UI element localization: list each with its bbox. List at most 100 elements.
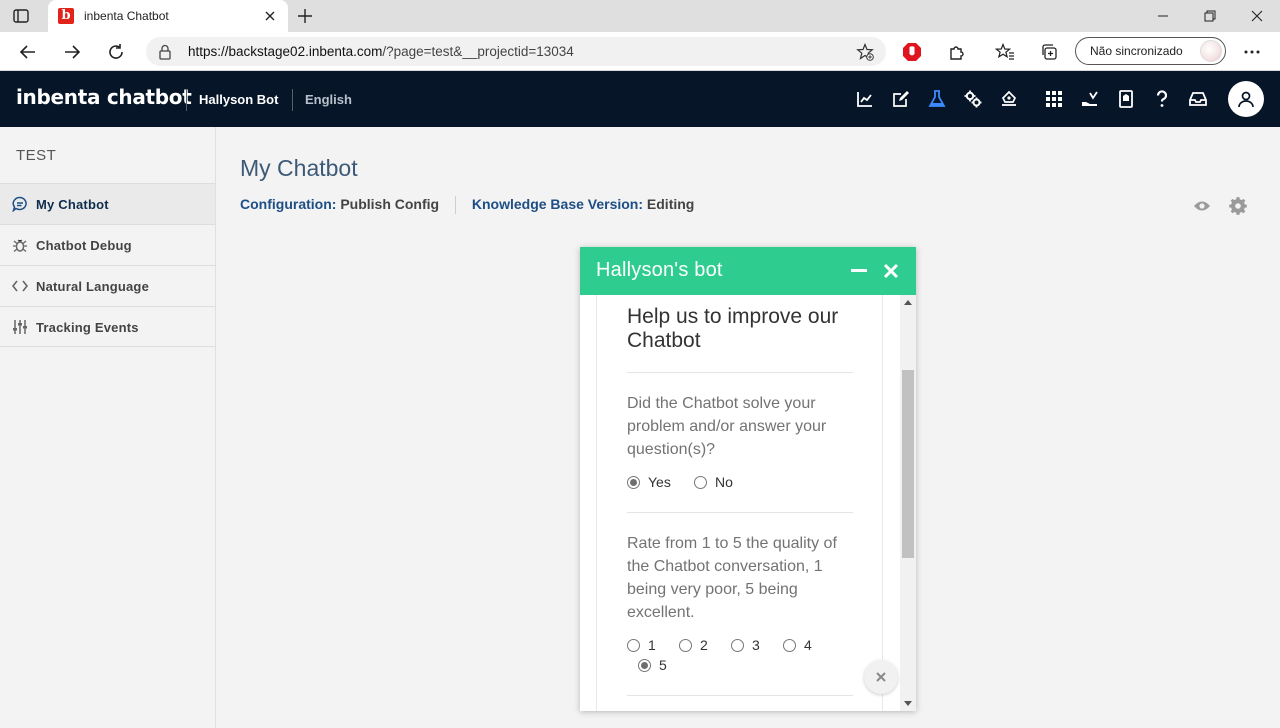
chat-icon xyxy=(12,196,28,212)
survey-title: Help us to improve our Chatbot xyxy=(627,305,839,352)
config-bar: Configuration: Publish Config Knowledge … xyxy=(240,196,694,215)
add-favorite-icon[interactable] xyxy=(856,42,874,66)
browser-tab[interactable]: b inbenta Chatbot xyxy=(48,0,288,32)
collections-icon[interactable] xyxy=(1038,41,1060,63)
sidebar-item-label: Chatbot Debug xyxy=(36,238,132,253)
close-survey-button[interactable] xyxy=(864,660,898,694)
chatbot-widget: Hallyson's bot Help us to improve our Ch… xyxy=(580,247,916,711)
inbenta-logo[interactable]: inbenta chatbot xyxy=(16,85,192,109)
divider xyxy=(627,372,853,373)
tab-close-icon[interactable] xyxy=(262,8,278,24)
project-name: TEST xyxy=(16,147,57,164)
kb-version-value[interactable]: Editing xyxy=(647,196,694,212)
radio-label: 3 xyxy=(752,637,760,653)
radio-rating-2[interactable]: 2 xyxy=(679,637,708,653)
refresh-icon[interactable] xyxy=(105,41,127,63)
radio-rating-3[interactable]: 3 xyxy=(731,637,760,653)
radio-rating-5[interactable]: 5 xyxy=(638,657,667,673)
more-options-icon[interactable] xyxy=(1241,41,1263,63)
chart-icon[interactable] xyxy=(856,90,874,108)
radio-button[interactable] xyxy=(638,658,651,672)
close-chat-button[interactable] xyxy=(882,262,900,280)
apps-icon[interactable] xyxy=(1045,90,1063,108)
window-controls xyxy=(1139,0,1280,32)
close-window-icon[interactable] xyxy=(1233,0,1280,32)
scroll-up-arrow-icon[interactable] xyxy=(904,300,912,305)
sidebar-item-my-chatbot[interactable]: My Chatbot xyxy=(0,183,215,224)
configuration-value[interactable]: Publish Config xyxy=(340,196,439,212)
inbenta-favicon-icon: b xyxy=(58,8,74,24)
radio-label: 1 xyxy=(648,637,656,653)
minimize-window-icon[interactable] xyxy=(1139,0,1186,32)
extensions-icon[interactable] xyxy=(946,41,968,63)
sidebar-item-label: Tracking Events xyxy=(36,320,139,335)
gear-icon[interactable] xyxy=(1229,197,1247,215)
radio-yes[interactable]: Yes xyxy=(627,474,671,490)
help-icon[interactable] xyxy=(1153,90,1171,108)
satisfaction-survey: Help us to improve our Chatbot Did the C… xyxy=(596,295,883,711)
address-field[interactable]: https://backstage02.inbenta.com/?page=te… xyxy=(146,37,886,66)
browser-toolbar: https://backstage02.inbenta.com/?page=te… xyxy=(0,32,1280,71)
config-divider xyxy=(454,196,456,215)
sidebar-item-natural-language[interactable]: Natural Language xyxy=(0,265,215,306)
chatbot-title: Hallyson's bot xyxy=(596,259,723,281)
radio-button[interactable] xyxy=(679,638,692,652)
minimize-chat-button[interactable] xyxy=(851,269,867,272)
survey-question-solved: Did the Chatbot solve your problem and/o… xyxy=(627,395,827,458)
sidebar-item-label: My Chatbot xyxy=(36,197,109,212)
deploy-icon[interactable] xyxy=(1000,90,1018,108)
bot-selector[interactable]: Hallyson Bot xyxy=(199,92,278,107)
language-selector[interactable]: English xyxy=(305,92,352,107)
close-icon xyxy=(883,263,899,279)
page-title: My Chatbot xyxy=(240,155,358,181)
scrollbar-thumb[interactable] xyxy=(902,370,914,558)
adblock-extension-icon[interactable] xyxy=(901,41,923,63)
header-divider xyxy=(292,89,293,111)
kb-version-label: Knowledge Base Version: xyxy=(471,196,644,212)
lock-icon[interactable] xyxy=(158,44,172,65)
radio-label: 2 xyxy=(700,637,708,653)
configuration-label: Configuration: xyxy=(240,196,337,212)
scroll-down-arrow-icon[interactable] xyxy=(904,701,912,706)
hand-icon[interactable] xyxy=(1081,90,1099,108)
sidebar-item-tracking-events[interactable]: Tracking Events xyxy=(0,306,215,347)
chat-conversation: Help us to improve our Chatbot Did the C… xyxy=(580,295,900,711)
survey-question-rating: Rate from 1 to 5 the quality of the Chat… xyxy=(627,535,837,621)
chat-scrollbar[interactable] xyxy=(900,295,916,711)
settings-icon[interactable] xyxy=(964,90,982,108)
radio-no[interactable]: No xyxy=(694,474,733,490)
restore-window-icon[interactable] xyxy=(1186,0,1233,32)
radio-button[interactable] xyxy=(731,638,744,652)
back-icon[interactable] xyxy=(17,41,39,63)
url-text: https://backstage02.inbenta.com/?page=te… xyxy=(188,44,574,59)
user-menu-button[interactable] xyxy=(1228,81,1264,117)
radio-button[interactable] xyxy=(694,475,707,489)
sidebar: TEST My Chatbot Chatbot Debug Natural La… xyxy=(0,127,216,728)
sliders-icon xyxy=(12,319,28,335)
inbox-icon[interactable] xyxy=(1189,90,1207,108)
header-divider xyxy=(186,89,187,111)
radio-label: No xyxy=(715,474,733,490)
radio-label: 5 xyxy=(659,657,667,673)
radio-rating-1[interactable]: 1 xyxy=(627,637,656,653)
sidebar-item-label: Natural Language xyxy=(36,279,149,294)
new-tab-icon[interactable] xyxy=(296,7,314,25)
eye-icon[interactable] xyxy=(1193,197,1211,215)
url-path: /?page=test&__projectid=13034 xyxy=(382,44,574,59)
radio-button[interactable] xyxy=(627,638,640,652)
radio-button[interactable] xyxy=(627,475,640,489)
radio-rating-4[interactable]: 4 xyxy=(783,637,812,653)
flask-icon[interactable] xyxy=(928,90,946,108)
edit-icon[interactable] xyxy=(892,90,910,108)
tab-actions-icon[interactable] xyxy=(12,7,30,25)
radio-button[interactable] xyxy=(783,638,796,652)
radio-label: 4 xyxy=(804,637,812,653)
forward-icon[interactable] xyxy=(61,41,83,63)
sync-status-label: Não sincronizado xyxy=(1090,44,1183,58)
user-icon xyxy=(1238,91,1254,108)
profile-sync-button[interactable]: Não sincronizado xyxy=(1075,37,1226,65)
tab-title: inbenta Chatbot xyxy=(84,9,169,23)
favorites-icon[interactable] xyxy=(994,41,1016,63)
sidebar-item-chatbot-debug[interactable]: Chatbot Debug xyxy=(0,224,215,265)
book-icon[interactable] xyxy=(1117,90,1135,108)
